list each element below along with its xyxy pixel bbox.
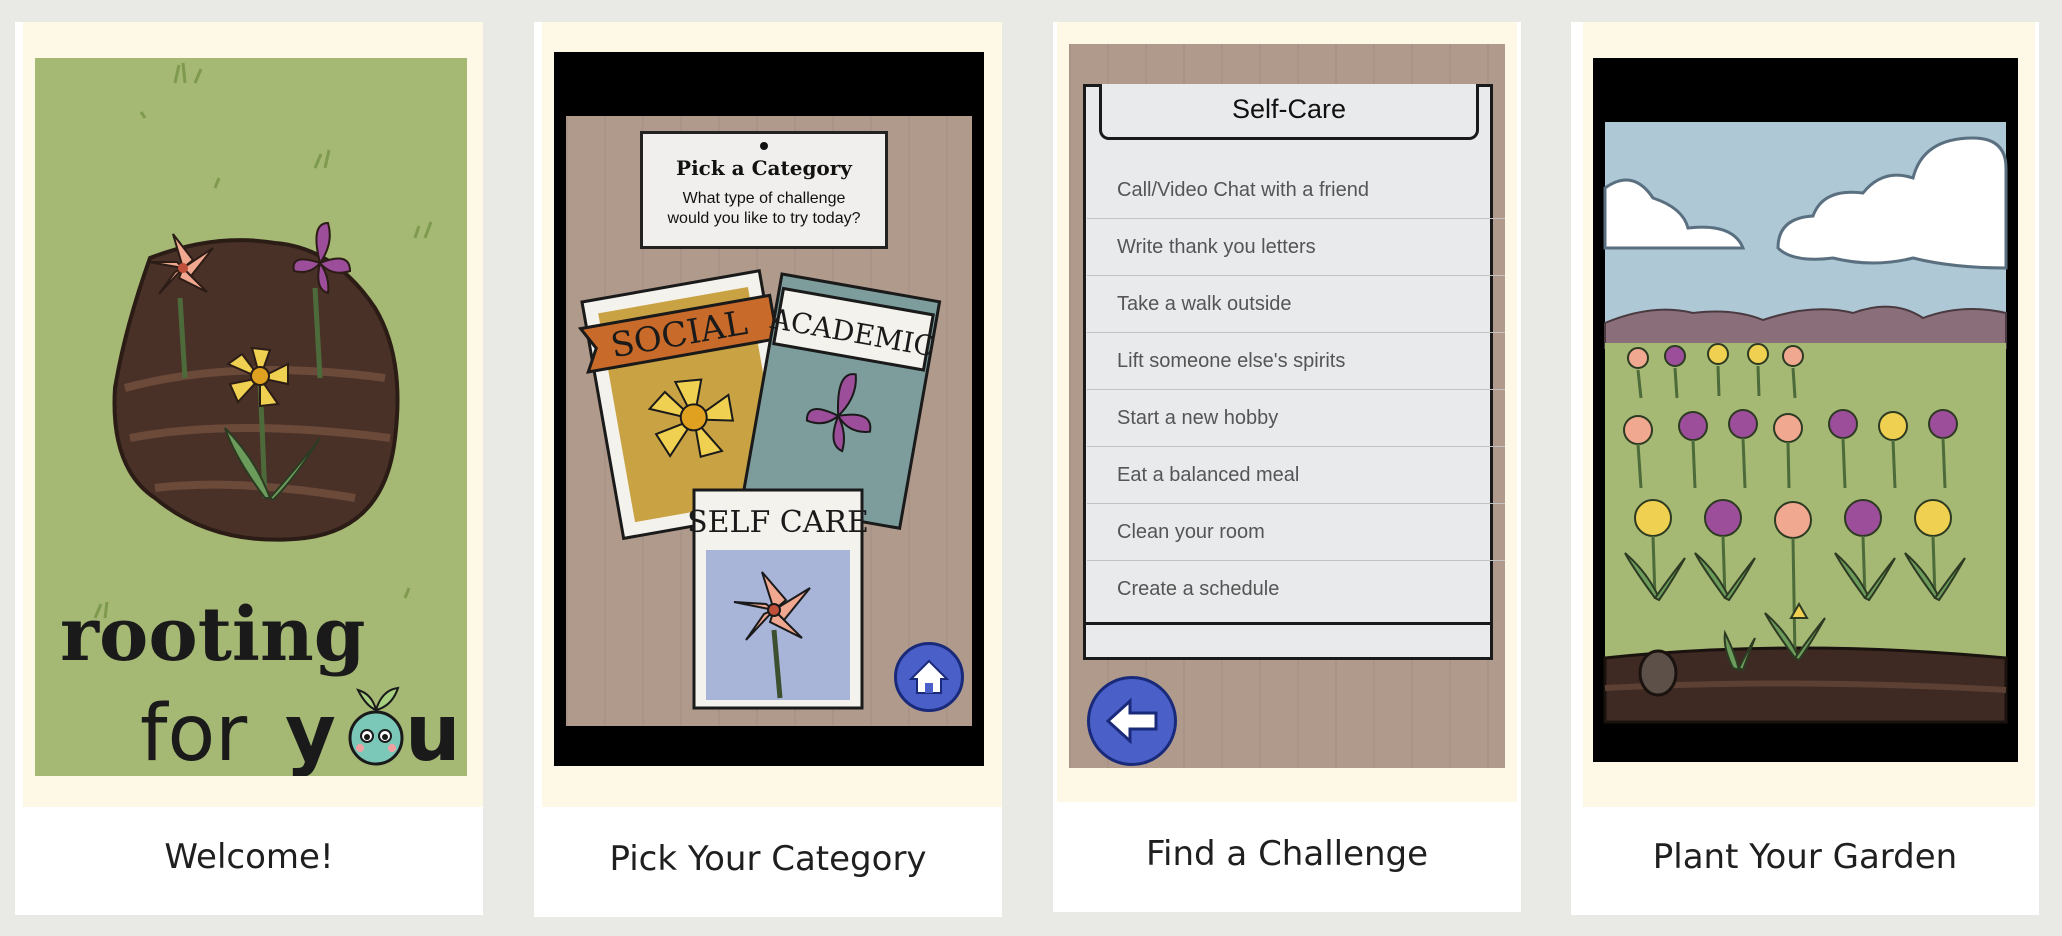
card-caption: Find a Challenge <box>1145 834 1429 874</box>
packet-self-care: SELF CARE <box>687 488 869 710</box>
list-item[interactable]: Call/Video Chat with a friend <box>1087 162 1505 219</box>
card-caption: Welcome! <box>164 837 334 877</box>
garden-screen <box>1593 58 2018 762</box>
card-caption: Plant Your Garden <box>1652 837 1958 877</box>
packet-selfcare-label: SELF CARE <box>687 505 869 540</box>
seedling-icon <box>348 686 404 766</box>
back-button[interactable] <box>1087 676 1177 766</box>
list-item[interactable]: Lift someone else's spirits <box>1087 333 1505 390</box>
back-arrow-icon <box>1105 697 1158 745</box>
category-screen: Pick a Category What type of challenge w… <box>554 52 984 766</box>
list-item[interactable]: Start a new hobby <box>1087 390 1505 447</box>
envelope-bottom <box>1083 622 1493 660</box>
card-caption: Pick Your Category <box>609 839 927 879</box>
card-find-challenge[interactable]: Self-Care Call/Video Chat with a friend … <box>1053 22 1521 912</box>
list-item[interactable]: Write thank you letters <box>1087 219 1505 276</box>
list-item[interactable]: Create a schedule <box>1087 561 1505 618</box>
list-item[interactable]: Take a walk outside <box>1087 276 1505 333</box>
challenge-screen: Self-Care Call/Video Chat with a friend … <box>1069 44 1505 768</box>
challenge-list[interactable]: Call/Video Chat with a friend Write than… <box>1087 162 1505 646</box>
garden-illustration <box>1603 122 2008 724</box>
card-welcome[interactable]: rooting for y u Welcome! <box>15 22 483 915</box>
envelope-header: Self-Care <box>1099 84 1479 140</box>
card-plant-garden[interactable]: Plant Your Garden <box>1571 22 2039 915</box>
home-icon <box>908 659 950 694</box>
logo-for: for <box>140 689 248 776</box>
logo-u: u <box>405 689 461 776</box>
list-item[interactable]: Eat a balanced meal <box>1087 447 1505 504</box>
welcome-screen: rooting for y u <box>35 58 467 776</box>
logo-y: y <box>285 689 336 776</box>
welcome-illustration: rooting for y u <box>60 62 461 776</box>
list-item[interactable]: Clean your room <box>1087 504 1505 561</box>
category-title: Self-Care <box>1231 94 1347 124</box>
home-button[interactable] <box>894 642 964 712</box>
logo-rooting: rooting <box>60 592 366 678</box>
card-pick-category[interactable]: Pick a Category What type of challenge w… <box>534 22 1002 917</box>
